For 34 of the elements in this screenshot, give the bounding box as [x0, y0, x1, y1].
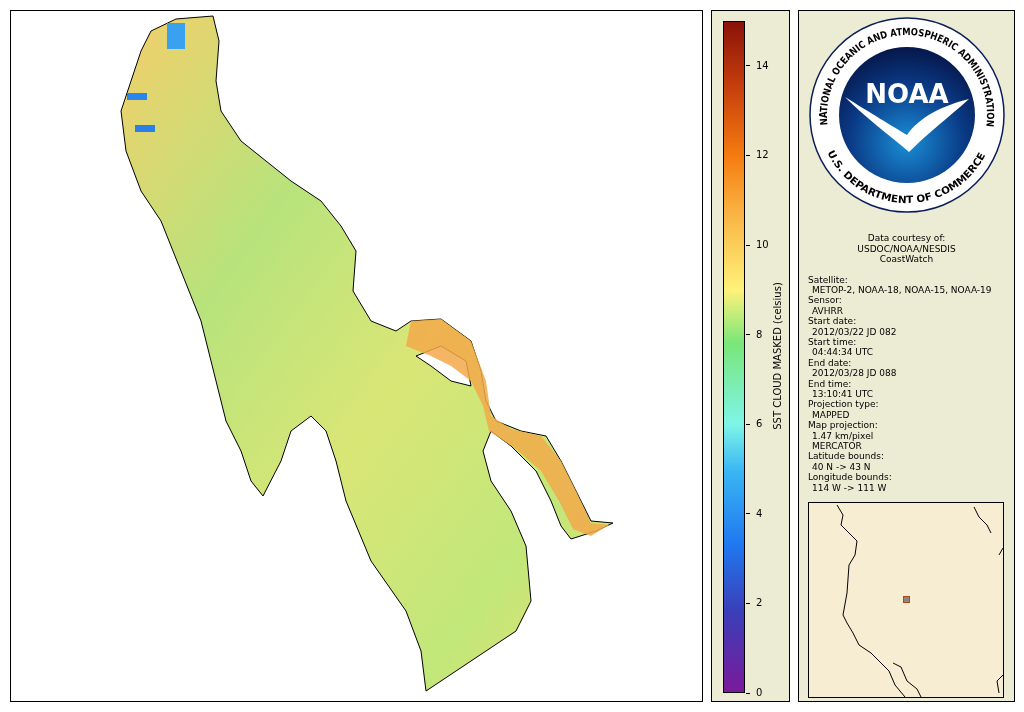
- location-marker: [903, 596, 910, 604]
- metadata-label: Sensor:: [808, 295, 843, 306]
- metadata-label: End time:: [808, 378, 853, 389]
- colorbar-title: SST CLOUD MASKED (celsius): [772, 282, 784, 430]
- tick-label: 6: [756, 418, 763, 431]
- metadata-value: MERCATOR: [811, 441, 863, 452]
- metadata-value: 2012/03/22 JD 082: [811, 326, 898, 337]
- metadata-value: 2012/03/28 JD 088: [811, 368, 898, 379]
- metadata-label: Longitude bounds:: [808, 472, 893, 483]
- credit-text: USDOC/NOAA/NESDIS: [857, 243, 956, 254]
- tick-label: 12: [756, 149, 769, 162]
- credit-text: CoastWatch: [879, 254, 934, 265]
- metadata-label: End date:: [808, 357, 853, 369]
- tick-label: 4: [756, 507, 763, 520]
- metadata-label: Latitude bounds:: [808, 451, 885, 462]
- tick-label: 2: [756, 597, 763, 610]
- metadata-label: Satellite:: [808, 274, 849, 285]
- metadata-label: Start date:: [808, 316, 858, 327]
- tick-label: 10: [756, 239, 769, 251]
- metadata-value: 40 N -> 43 N: [811, 461, 872, 473]
- tick-label: 8: [756, 328, 763, 341]
- metadata-value: MAPPED: [811, 409, 851, 421]
- credit-text: Data courtesy of:: [867, 233, 946, 244]
- tick-label: 0: [756, 687, 763, 699]
- metadata-value: 04:44:34 UTC: [811, 347, 875, 358]
- metadata-value: 114 W -> 111 W: [811, 482, 888, 494]
- metadata-value: AVHRR: [811, 305, 844, 317]
- metadata-label: Map projection:: [808, 420, 879, 431]
- metadata-value: 1.47 km/pixel: [811, 430, 875, 441]
- tick-label: 14: [756, 59, 769, 72]
- metadata-label: Projection type:: [808, 399, 880, 410]
- metadata-value: METOP-2, NOAA-18, NOAA-15, NOAA-19: [811, 284, 993, 296]
- metadata-value: 13:10:41 UTC: [811, 388, 875, 400]
- metadata-label: Start time:: [808, 336, 858, 348]
